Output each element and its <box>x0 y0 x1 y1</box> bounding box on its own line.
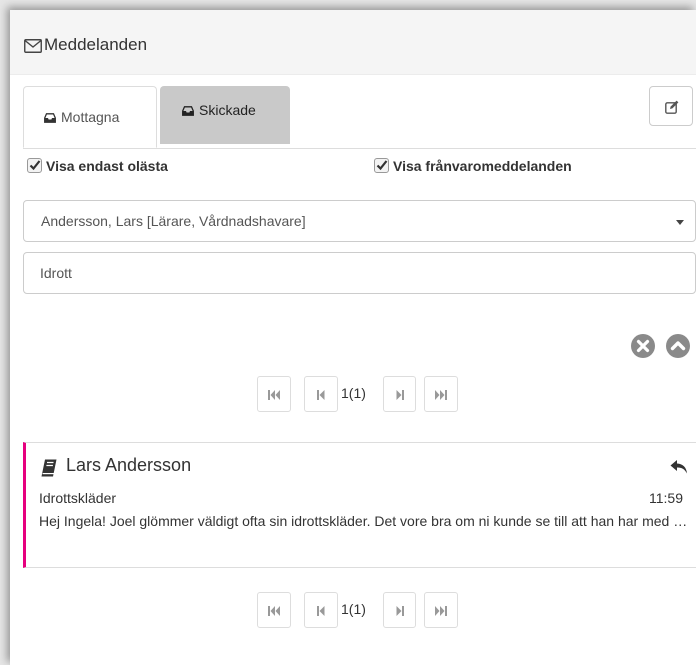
next-page-icon <box>396 390 404 400</box>
book-icon <box>41 459 57 477</box>
tabs-divider <box>23 148 696 149</box>
next-page-icon <box>396 606 404 616</box>
next-page-button[interactable] <box>383 376 416 412</box>
prev-page-icon <box>317 606 325 616</box>
checkmark-icon <box>376 160 388 171</box>
message-time: 11:59 <box>649 490 683 506</box>
panel-title: Meddelanden <box>44 35 148 54</box>
last-page-button[interactable] <box>424 376 458 412</box>
first-page-icon <box>268 606 280 616</box>
first-page-button[interactable] <box>257 376 291 412</box>
panel-header: Meddelanden <box>10 10 696 75</box>
close-circle-icon <box>636 339 650 353</box>
caret-down-icon <box>676 220 684 225</box>
chevron-up-circle-icon <box>670 341 686 351</box>
pagination-top: 1(1) <box>257 376 477 412</box>
inbox-tray-icon <box>44 113 56 123</box>
unread-only-checkbox[interactable]: Visa endast olästa <box>27 157 227 177</box>
inbox-tray-icon <box>182 106 194 116</box>
unread-only-check[interactable] <box>27 158 42 173</box>
tab-sent-label: Skickade <box>199 102 256 118</box>
show-absence-check[interactable] <box>374 158 389 173</box>
tab-inbox-label: Mottagna <box>61 109 120 125</box>
tab-sent[interactable]: Skickade <box>160 86 290 144</box>
search-input[interactable] <box>24 253 695 293</box>
prev-page-icon <box>317 390 325 400</box>
last-page-icon <box>435 606 447 616</box>
search-field[interactable] <box>23 252 696 294</box>
first-page-button[interactable] <box>257 592 291 628</box>
message-sender: Lars Andersson <box>66 455 192 475</box>
next-page-button[interactable] <box>383 592 416 628</box>
show-absence-checkbox[interactable]: Visa frånvaromeddelanden <box>374 157 654 177</box>
pagination-bottom: 1(1) <box>257 592 477 628</box>
prev-page-button[interactable] <box>304 376 338 412</box>
page-info: 1(1) <box>341 601 366 617</box>
recipient-select[interactable]: Andersson, Lars [Lärare, Vårdnadshavare] <box>23 200 696 242</box>
show-absence-label: Visa frånvaromeddelanden <box>393 158 572 174</box>
last-page-icon <box>435 390 447 400</box>
clear-search-button[interactable] <box>631 334 655 358</box>
message-preview: Hej Ingela! Joel glömmer väldigt ofta si… <box>39 513 689 529</box>
compose-button[interactable] <box>649 86 693 126</box>
message-item[interactable]: Lars Andersson Idrottskläder 11:59 Hej I… <box>23 442 696 568</box>
last-page-button[interactable] <box>424 592 458 628</box>
message-subject: Idrottskläder <box>39 490 117 506</box>
unread-only-label: Visa endast olästa <box>46 158 168 174</box>
first-page-icon <box>268 390 280 400</box>
envelope-icon <box>24 39 42 53</box>
tab-inbox[interactable]: Mottagna <box>23 86 157 148</box>
recipient-select-value: Andersson, Lars [Lärare, Vårdnadshavare] <box>41 213 306 229</box>
checkmark-icon <box>29 160 41 171</box>
page-info: 1(1) <box>341 385 366 401</box>
prev-page-button[interactable] <box>304 592 338 628</box>
compose-edit-icon <box>665 100 679 114</box>
collapse-search-button[interactable] <box>666 334 690 358</box>
messages-panel: Meddelanden Mottagna Skickade Visa endas… <box>10 10 696 665</box>
reply-icon[interactable] <box>670 459 688 475</box>
